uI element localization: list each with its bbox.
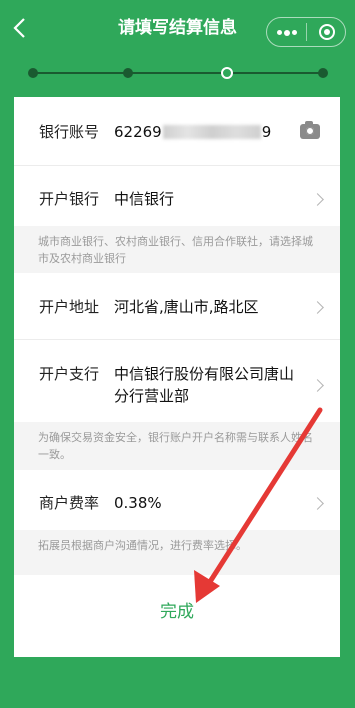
bank-label: 开户银行 xyxy=(39,190,100,208)
done-button[interactable]: 完成 xyxy=(14,597,340,622)
target-circle-icon xyxy=(318,24,335,40)
progress-stepper xyxy=(28,67,328,79)
bank-row[interactable]: 开户银行 中信银行 xyxy=(14,188,340,210)
nav-bar: 请填写结算信息 xyxy=(0,0,355,56)
account-row[interactable]: 银行账号 62269 9 xyxy=(14,121,340,143)
step-dot-3-current xyxy=(221,67,233,79)
address-value: 河北省,唐山市,路北区 xyxy=(114,298,259,316)
settlement-form-card: 银行账号 62269 9 开户银行 中信银行 城市商业银行、农村商业银行、信用合作… xyxy=(14,97,340,657)
bank-hint: 城市商业银行、农村商业银行、信用合作联社，请选择城市及农村商业银行 xyxy=(14,226,340,273)
branch-value: 中信银行股份有限公司唐山分行营业部 xyxy=(114,365,295,405)
step-dot-2 xyxy=(123,68,133,78)
account-value[interactable]: 62269 9 xyxy=(114,121,304,143)
rate-hint: 拓展员根据商户沟通情况，进行费率选择。 xyxy=(14,530,340,575)
rate-value: 0.38% xyxy=(114,494,162,512)
more-dots-icon xyxy=(277,29,297,36)
account-value-prefix: 62269 xyxy=(114,123,162,141)
bank-value: 中信银行 xyxy=(114,190,175,208)
stepper-line xyxy=(32,72,324,74)
divider xyxy=(14,165,340,166)
more-button[interactable] xyxy=(267,18,306,46)
address-label: 开户地址 xyxy=(39,298,100,316)
branch-row[interactable]: 开户支行 中信银行股份有限公司唐山分行营业部 xyxy=(14,363,340,407)
branch-hint: 为确保交易资金安全，银行账户开户名称需与联系人姓名一致。 xyxy=(14,422,340,470)
camera-icon[interactable] xyxy=(300,121,320,139)
rate-label: 商户费率 xyxy=(39,494,100,512)
close-mini-program-button[interactable] xyxy=(307,18,346,46)
account-value-suffix: 9 xyxy=(261,123,272,141)
step-dot-1 xyxy=(28,68,38,78)
rate-row[interactable]: 商户费率 0.38% xyxy=(14,492,340,514)
account-label: 银行账号 xyxy=(39,123,100,141)
address-row[interactable]: 开户地址 河北省,唐山市,路北区 xyxy=(14,296,340,318)
mini-program-capsule xyxy=(266,17,346,47)
divider xyxy=(14,339,340,340)
masked-account-digits xyxy=(162,125,261,139)
branch-label: 开户支行 xyxy=(39,365,100,383)
step-dot-4 xyxy=(318,68,328,78)
